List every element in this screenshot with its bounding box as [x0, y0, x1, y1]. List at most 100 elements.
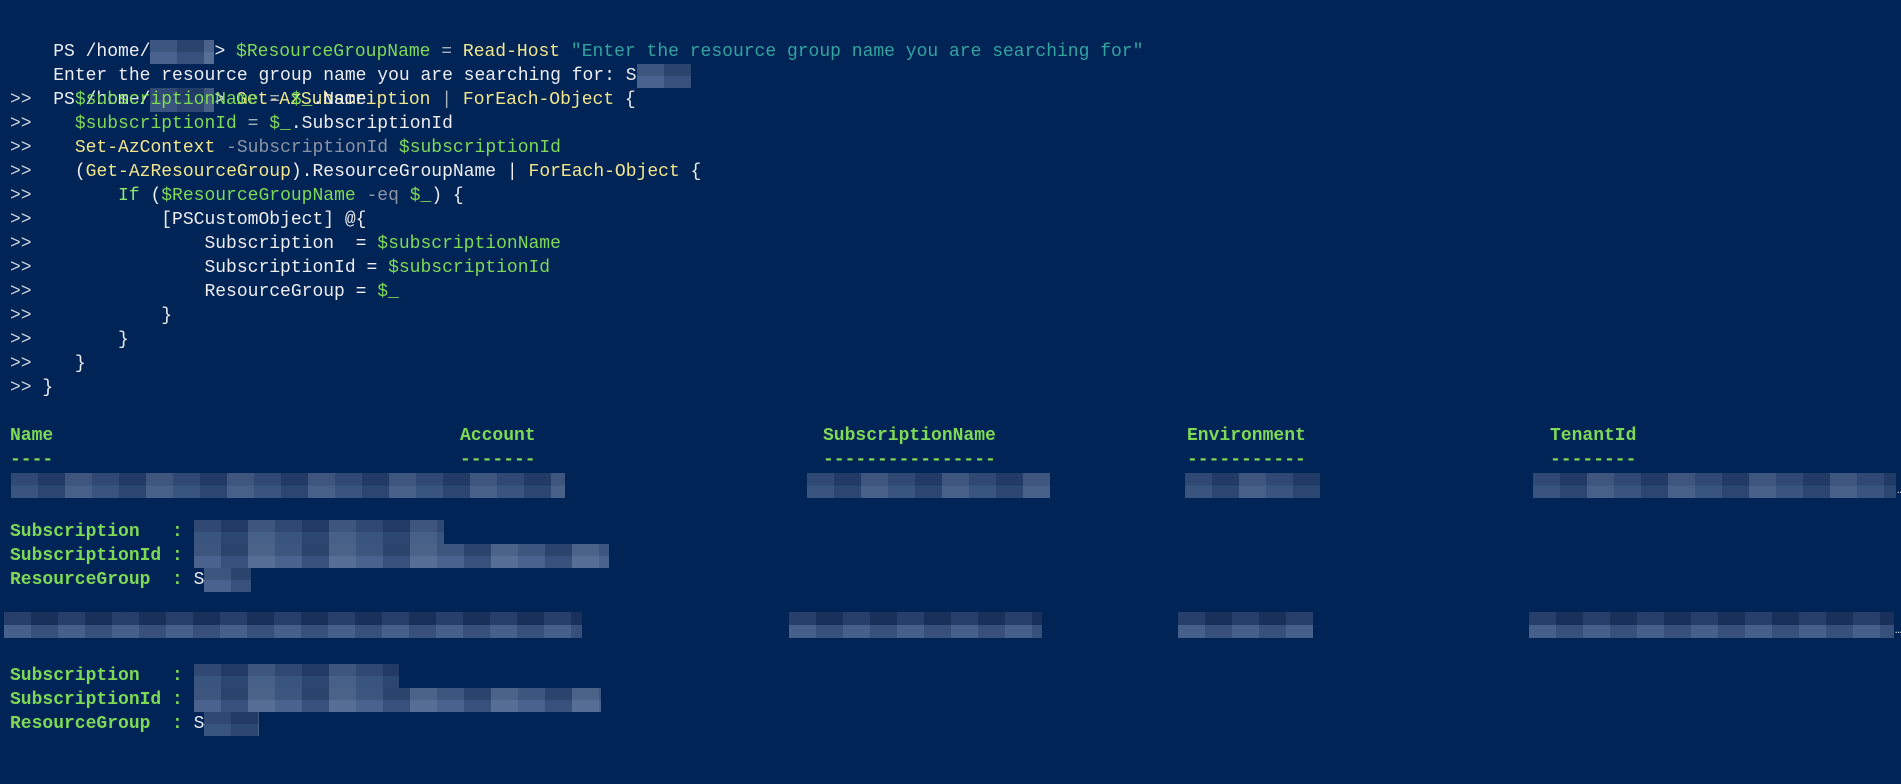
- redacted-resource-group: [204, 712, 260, 736]
- code-line: >> ResourceGroup = $_: [10, 280, 1901, 304]
- variable: $_: [409, 186, 432, 206]
- terminal-output[interactable]: PS /home/> $ResourceGroupName = Read-Hos…: [4, 16, 1901, 736]
- type-literal: [PSCustomObject] @{: [161, 210, 367, 230]
- continuation-marker: >>: [10, 258, 32, 278]
- code-line: >> }: [10, 328, 1901, 352]
- variable: $_: [377, 282, 399, 302]
- code-line: >> (Get-AzResourceGroup).ResourceGroupNa…: [10, 160, 1901, 184]
- variable: $subscriptionId: [388, 258, 551, 278]
- underline: --------: [1550, 450, 1637, 470]
- variable: $subscriptionId: [398, 138, 561, 158]
- underline: ----------------: [823, 450, 996, 470]
- property-label: Subscription :: [10, 522, 194, 542]
- continuation-marker: >>: [10, 114, 32, 134]
- redacted-subscription-id: [193, 688, 601, 712]
- property-label: SubscriptionId :: [10, 546, 194, 566]
- continuation-marker: >>: [10, 306, 32, 326]
- result-subscription: Subscription :: [10, 664, 1901, 688]
- redacted-resource-group: [204, 568, 252, 592]
- continuation-marker: >>: [10, 282, 32, 302]
- continuation-marker: >>: [10, 138, 32, 158]
- property: .Name: [312, 90, 367, 110]
- redacted-subscription: [193, 664, 399, 688]
- member-access: ).ResourceGroupName |: [290, 162, 529, 182]
- redacted-environment: [1178, 612, 1313, 638]
- code-line: >> Set-AzContext -SubscriptionId $subscr…: [10, 136, 1901, 160]
- redacted-name-account: [4, 612, 582, 638]
- brace: }: [161, 306, 173, 326]
- table-row: …: [4, 612, 1901, 640]
- continuation-marker: >>: [10, 90, 32, 110]
- paren: (: [74, 162, 86, 182]
- code-line: >> }: [10, 352, 1901, 376]
- column-header-name: Name: [10, 426, 54, 446]
- continuation-marker: >>: [10, 210, 32, 230]
- table-header: Name Account SubscriptionName Environmen…: [10, 424, 1901, 448]
- property-label: Subscription :: [10, 666, 194, 686]
- variable: $_: [290, 90, 313, 110]
- hash-key: SubscriptionId =: [204, 258, 389, 278]
- table-header-underline: ---- ------- ---------------- ----------…: [10, 448, 1901, 472]
- command: ForEach-Object: [528, 162, 680, 182]
- continuation-marker: >>: [10, 234, 32, 254]
- variable: $subscriptionName: [74, 90, 259, 110]
- continuation-marker: >>: [10, 186, 32, 206]
- continuation-marker: >>: [10, 354, 32, 374]
- result-subscription-id: SubscriptionId :: [10, 688, 1901, 712]
- code-line: >> SubscriptionId = $subscriptionId: [10, 256, 1901, 280]
- property-label: ResourceGroup :: [10, 570, 194, 590]
- code-line: >> }: [10, 376, 1901, 400]
- continuation-marker: >>: [10, 378, 32, 398]
- operator: -eq: [355, 186, 410, 206]
- hash-key: Subscription =: [204, 234, 378, 254]
- result-subscription-id: SubscriptionId :: [10, 544, 1901, 568]
- prompt-line: PS /home/> $ResourceGroupName = Read-Hos…: [10, 16, 1901, 64]
- redacted-subscription: [193, 520, 444, 544]
- variable: $ResourceGroupName: [161, 186, 356, 206]
- result-resource-group: ResourceGroup : S: [10, 568, 1901, 592]
- column-header-subscription-name: SubscriptionName: [823, 426, 996, 446]
- paren: (: [139, 186, 162, 206]
- brace: {: [679, 162, 702, 182]
- brace: }: [118, 330, 129, 350]
- redacted-name-account: [11, 473, 565, 498]
- command: Set-AzContext: [74, 138, 216, 158]
- result-subscription: Subscription :: [10, 520, 1901, 544]
- underline: -------: [460, 450, 536, 470]
- keyword: If: [118, 186, 140, 206]
- column-header-environment: Environment: [1187, 426, 1306, 446]
- code-line: >> $subscriptionId = $_.SubscriptionId: [10, 112, 1901, 136]
- brace: }: [74, 354, 86, 374]
- operator: =: [258, 90, 291, 110]
- code-line: >> [PSCustomObject] @{: [10, 208, 1901, 232]
- resource-group-visible: S: [193, 714, 205, 734]
- operator: =: [236, 114, 270, 134]
- table-row: …: [10, 472, 1901, 498]
- property-label: SubscriptionId :: [10, 690, 194, 710]
- redacted-tenant-id: [1529, 612, 1894, 638]
- column-header-account: Account: [460, 426, 536, 446]
- redacted-tenant-id: [1533, 473, 1896, 498]
- command: Get-AzResourceGroup: [85, 162, 291, 182]
- underline: -----------: [1187, 450, 1306, 470]
- variable: $subscriptionName: [377, 234, 561, 254]
- result-resource-group: ResourceGroup : S: [10, 712, 1901, 736]
- code-line: >> If ($ResourceGroupName -eq $_) {: [10, 184, 1901, 208]
- code-line: >> }: [10, 304, 1901, 328]
- underline: ----: [10, 450, 54, 470]
- code-line: >> Subscription = $subscriptionName: [10, 232, 1901, 256]
- redacted-subscription-name: [789, 612, 1042, 638]
- redacted-subscription-name: [807, 473, 1050, 498]
- paren: ) {: [431, 186, 464, 206]
- redacted-environment: [1185, 473, 1320, 498]
- continuation-marker: >>: [10, 162, 32, 182]
- variable: $_: [269, 114, 291, 134]
- prompt-line: PS /home/> Get-AzSubscription | ForEach-…: [10, 64, 1901, 112]
- continuation-marker: >>: [10, 330, 32, 350]
- brace: }: [31, 378, 54, 398]
- property-label: ResourceGroup :: [10, 714, 194, 734]
- redacted-subscription-id: [193, 544, 609, 568]
